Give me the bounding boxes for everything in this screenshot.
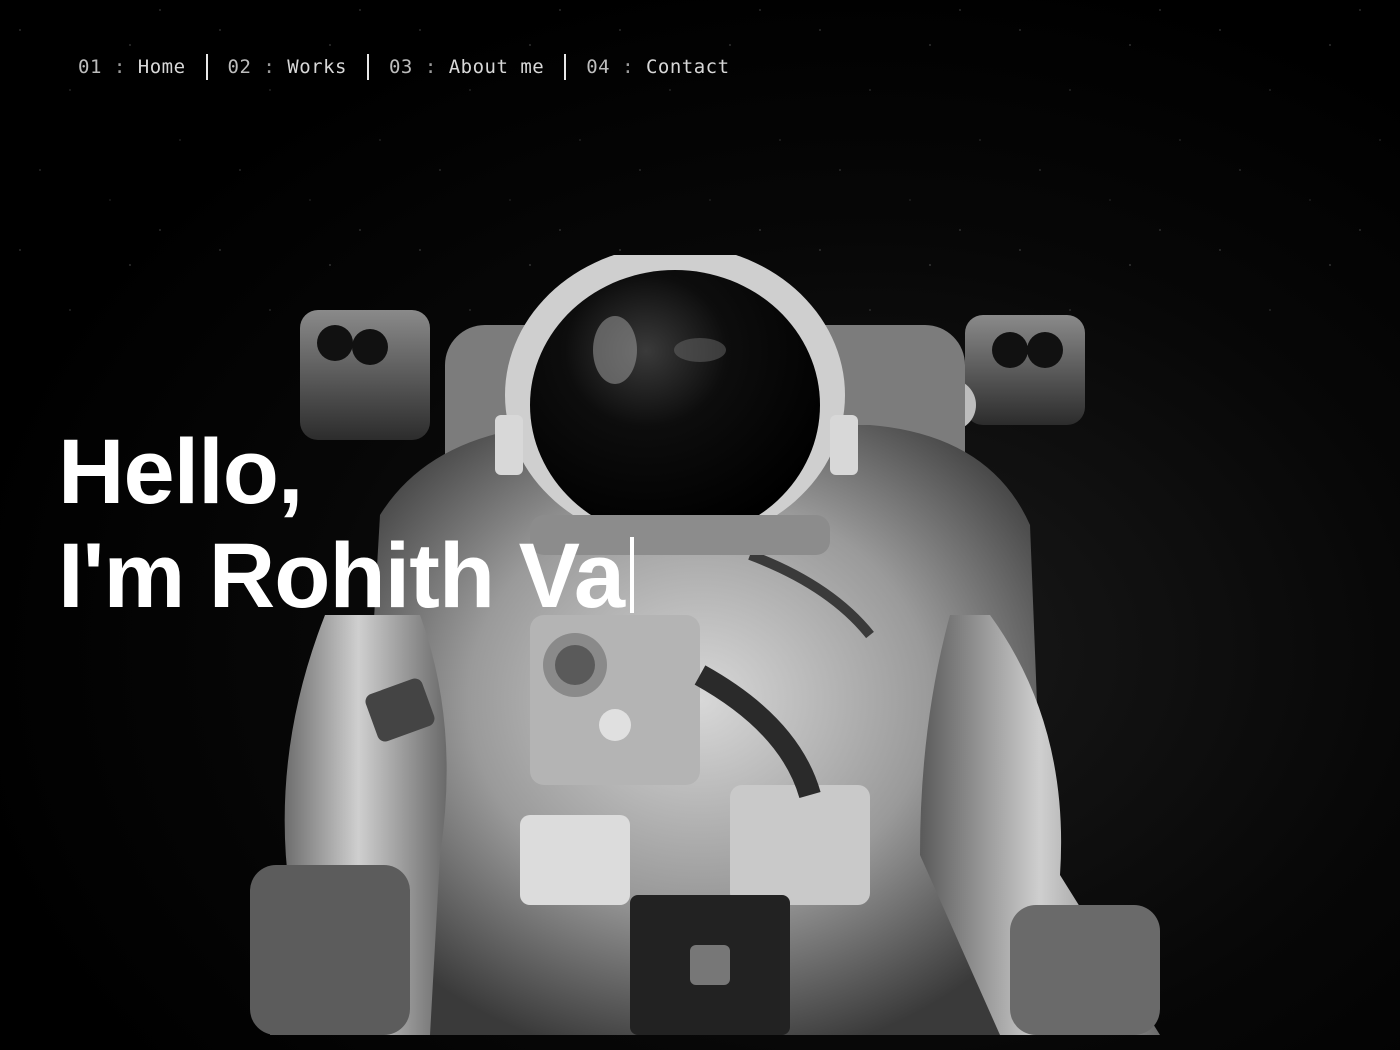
nav-divider bbox=[366, 54, 369, 80]
nav-separator: : bbox=[424, 56, 437, 78]
main-navigation: 01 : Home 02 : Works 03 : About me 04 : … bbox=[78, 54, 730, 80]
nav-number: 04 bbox=[586, 56, 611, 78]
nav-label: About me bbox=[448, 56, 545, 78]
nav-number: 02 bbox=[227, 56, 252, 78]
nav-label: Contact bbox=[645, 56, 730, 78]
hero-name-text: I'm Rohith Va bbox=[58, 525, 625, 627]
landing-page: 01 : Home 02 : Works 03 : About me 04 : … bbox=[0, 0, 1400, 1050]
astronaut-photo bbox=[250, 255, 1160, 1035]
nav-separator: : bbox=[263, 56, 276, 78]
hero-heading: Hello, I'm Rohith Va bbox=[58, 420, 635, 628]
nav-item-works[interactable]: 02 : Works bbox=[228, 54, 347, 80]
nav-item-contact[interactable]: 04 : Contact bbox=[586, 54, 729, 80]
nav-number: 01 bbox=[78, 56, 102, 78]
nav-separator: : bbox=[622, 56, 635, 78]
hero-name-line: I'm Rohith Va bbox=[58, 524, 635, 628]
nav-item-home[interactable]: 01 : Home bbox=[78, 54, 186, 80]
nav-item-about[interactable]: 03 : About me bbox=[389, 54, 544, 80]
nav-label: Home bbox=[137, 56, 186, 78]
nav-separator: : bbox=[113, 56, 126, 78]
nav-divider bbox=[564, 54, 567, 80]
hero-greeting: Hello, bbox=[58, 421, 303, 523]
text-cursor-icon bbox=[630, 537, 635, 613]
nav-number: 03 bbox=[388, 56, 413, 78]
nav-divider bbox=[205, 54, 208, 80]
nav-label: Works bbox=[287, 56, 347, 78]
